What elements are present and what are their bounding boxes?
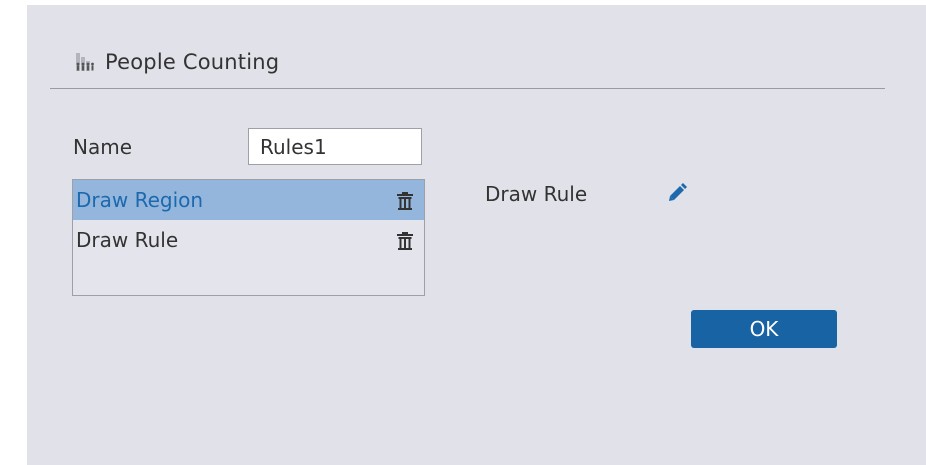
dialog-header: People Counting (75, 45, 279, 79)
name-input[interactable] (248, 128, 422, 165)
people-counting-dialog: People Counting Name Draw Region Draw Ru… (27, 5, 926, 465)
people-counting-icon (75, 52, 95, 72)
trash-icon[interactable] (397, 191, 413, 210)
list-item-label: Draw Rule (76, 228, 179, 252)
rules-list: Draw Region Draw Rule (72, 179, 425, 296)
pencil-icon[interactable] (667, 183, 687, 203)
header-divider (50, 88, 885, 89)
detail-label: Draw Rule (485, 182, 588, 206)
list-item-draw-region[interactable]: Draw Region (73, 180, 424, 220)
ok-button[interactable]: OK (691, 310, 837, 348)
trash-icon[interactable] (397, 231, 413, 250)
dialog-title: People Counting (105, 50, 280, 74)
list-item-label: Draw Region (76, 188, 204, 212)
list-item-draw-rule[interactable]: Draw Rule (73, 220, 424, 260)
name-label: Name (73, 135, 133, 159)
